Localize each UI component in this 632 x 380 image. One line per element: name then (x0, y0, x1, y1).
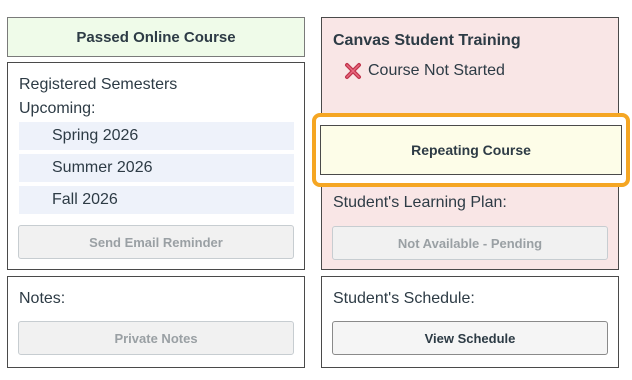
semester-item: Summer 2026 (19, 154, 294, 182)
schedule-card: Student's Schedule: View Schedule (321, 276, 619, 368)
course-status-text: Course Not Started (368, 62, 505, 79)
passed-online-course-banner: Passed Online Course (7, 17, 305, 57)
schedule-label: Student's Schedule: (333, 290, 475, 307)
registered-semesters-heading: Registered Semesters (19, 76, 178, 93)
repeating-course-label: Repeating Course (411, 142, 531, 158)
passed-online-course-label: Passed Online Course (76, 28, 236, 46)
x-icon (345, 63, 361, 79)
course-status: Course Not Started (344, 62, 505, 80)
upcoming-label: Upcoming: (19, 100, 96, 117)
private-notes-button[interactable]: Private Notes (18, 321, 294, 355)
repeating-course-box: Repeating Course (320, 125, 622, 175)
notes-label: Notes: (19, 290, 66, 307)
semester-item: Fall 2026 (19, 186, 294, 214)
training-title: Canvas Student Training (333, 32, 521, 49)
registered-semesters-card: Registered Semesters Upcoming: Spring 20… (7, 62, 305, 270)
send-email-reminder-button[interactable]: Send Email Reminder (18, 225, 294, 259)
learning-plan-label: Student's Learning Plan: (333, 194, 507, 211)
learning-plan-button[interactable]: Not Available - Pending (332, 226, 608, 260)
repeating-course-highlight: Repeating Course (312, 113, 630, 187)
view-schedule-button[interactable]: View Schedule (332, 321, 608, 355)
notes-card: Notes: Private Notes (7, 276, 305, 368)
semester-item: Spring 2026 (19, 122, 294, 150)
